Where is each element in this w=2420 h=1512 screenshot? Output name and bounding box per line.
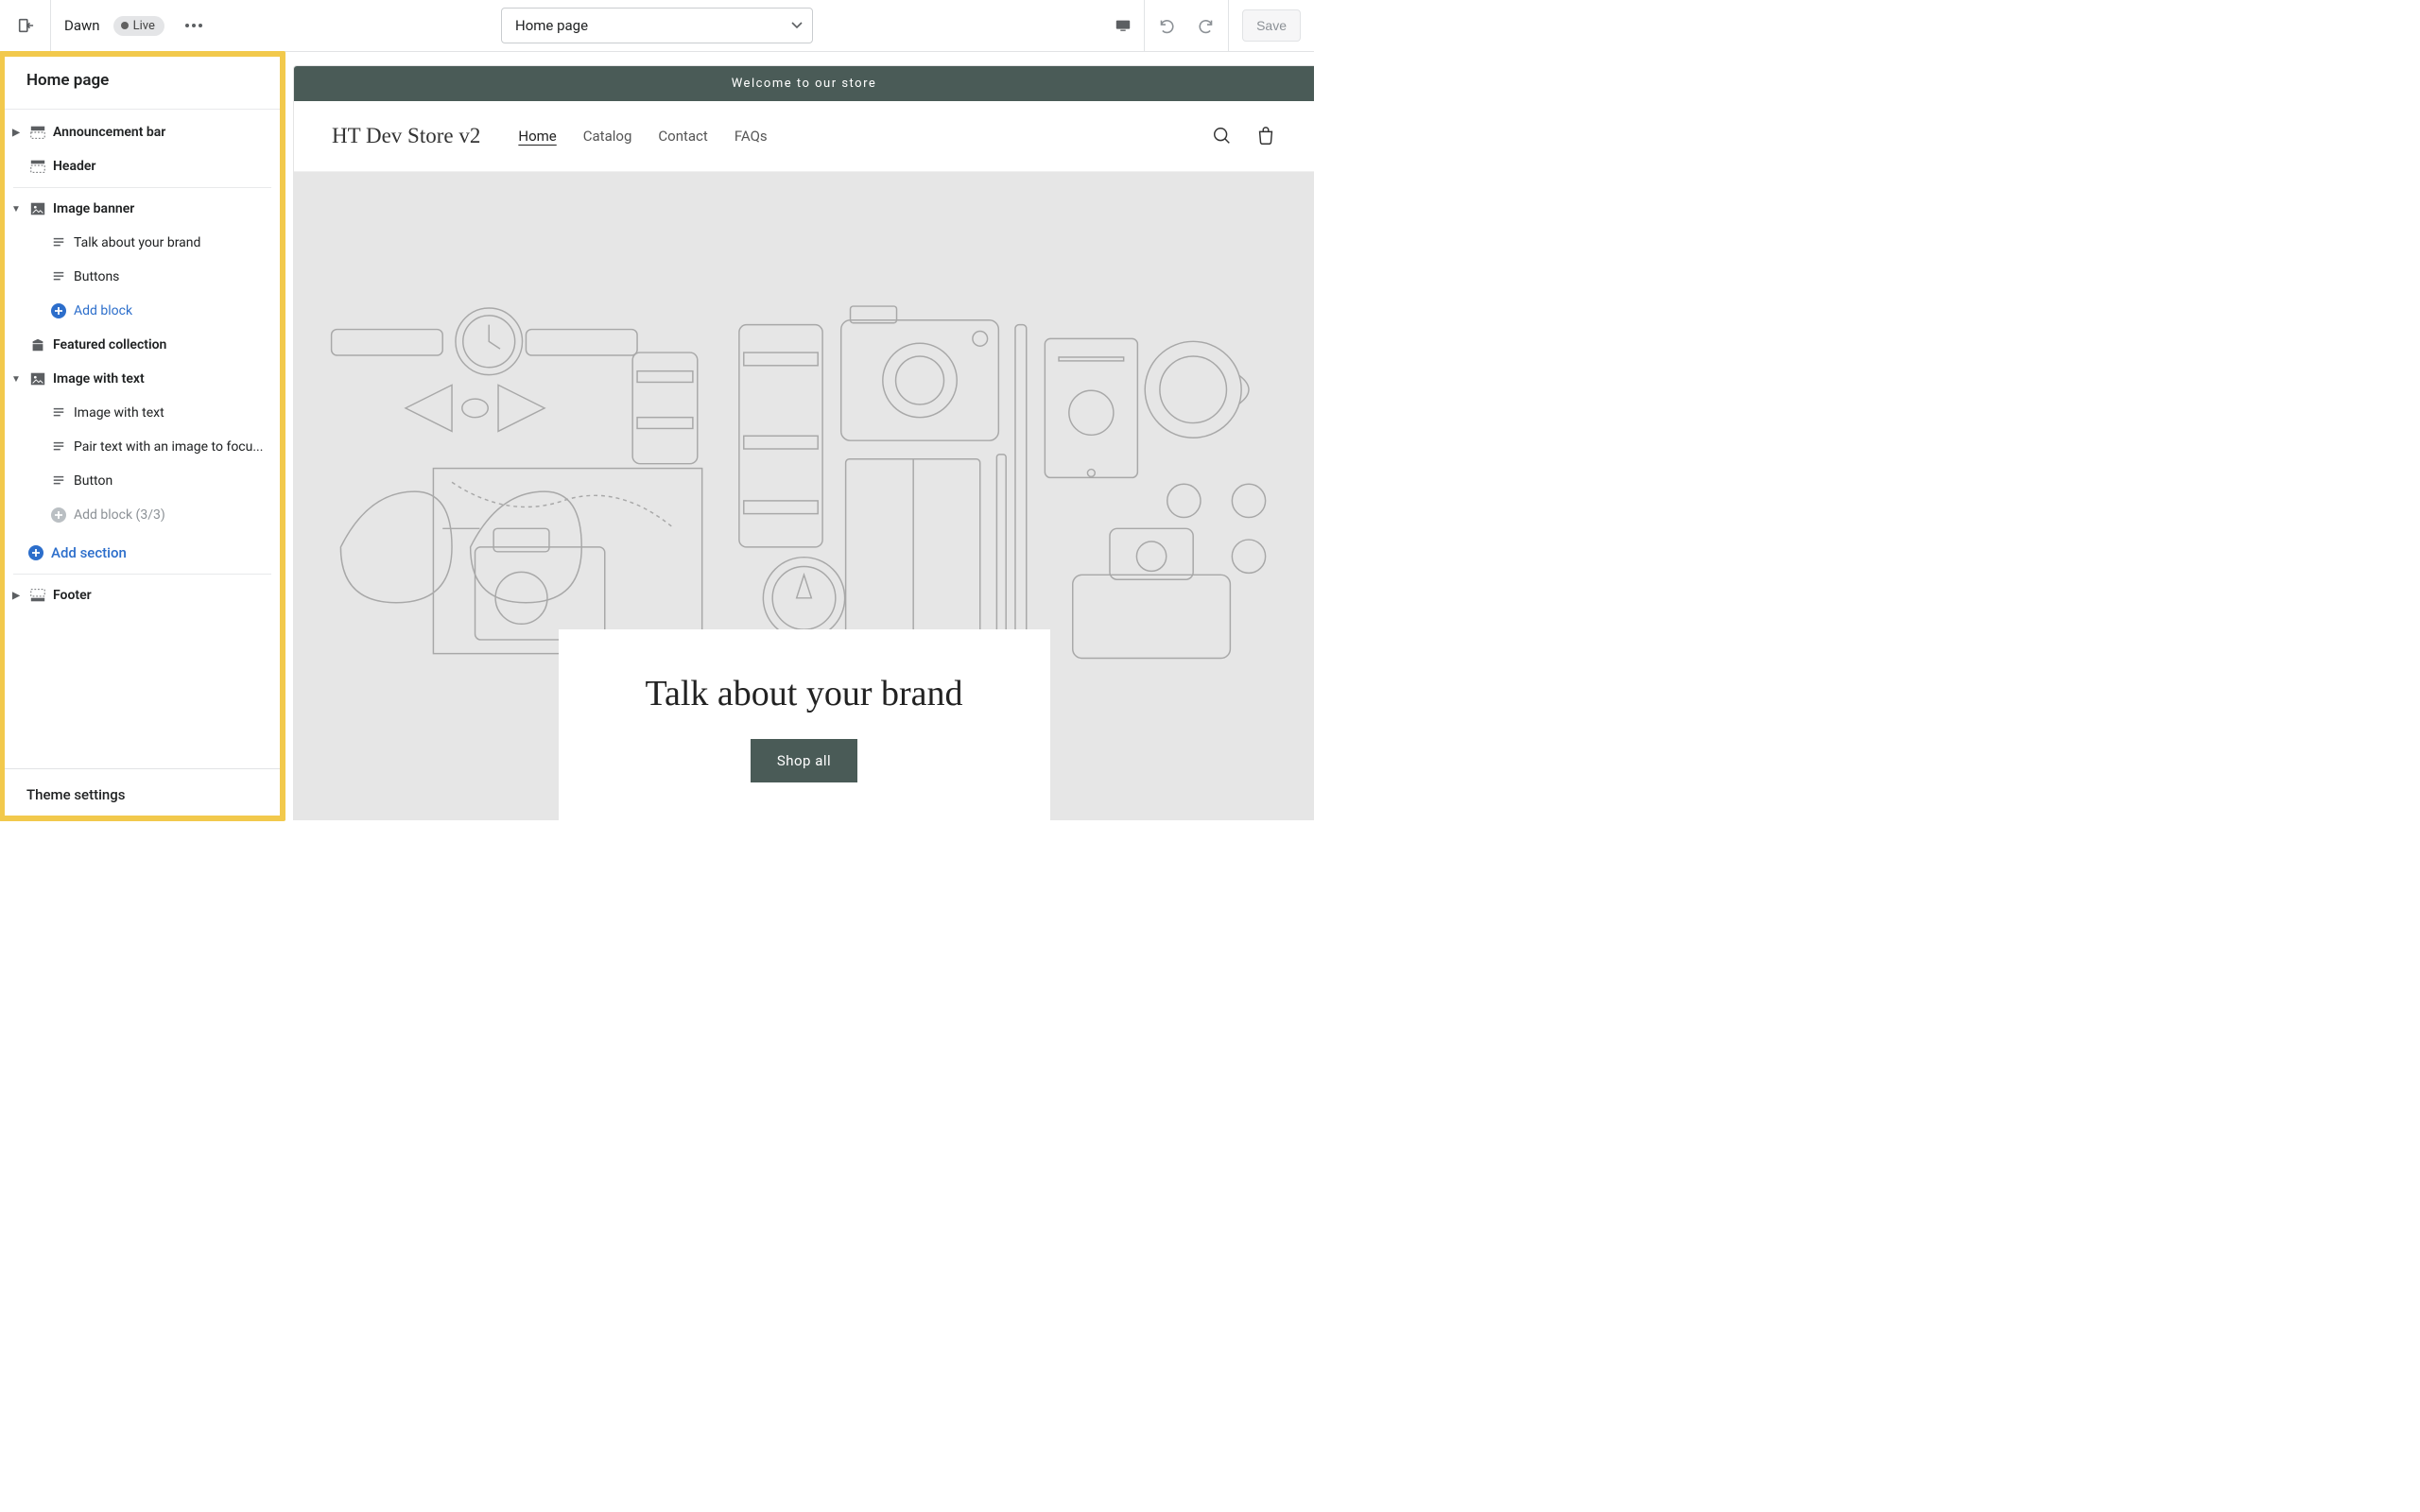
text-block-icon xyxy=(49,267,68,286)
section-label: Announcement bar xyxy=(53,125,165,140)
image-section-icon xyxy=(28,369,47,388)
add-section-button[interactable]: Add section xyxy=(0,536,285,570)
block-label: Pair text with an image to focu... xyxy=(74,439,263,455)
block-image-with-text[interactable]: Image with text xyxy=(0,396,285,430)
store-announcement-bar[interactable]: Welcome to our store xyxy=(294,66,1314,101)
section-footer[interactable]: ▶ Footer xyxy=(0,578,285,612)
announcement-section-icon xyxy=(28,123,47,142)
save-button[interactable]: Save xyxy=(1242,9,1301,42)
add-section-label: Add section xyxy=(51,544,127,561)
add-block-label: Add block (3/3) xyxy=(74,507,165,523)
store-nav: Home Catalog Contact FAQs xyxy=(518,128,767,145)
divider xyxy=(13,574,271,575)
block-label: Buttons xyxy=(74,269,119,284)
nav-contact[interactable]: Contact xyxy=(658,128,707,145)
redo-icon xyxy=(1199,17,1216,34)
theme-settings-button[interactable]: Theme settings xyxy=(0,768,285,820)
store-preview: Welcome to our store HT Dev Store v2 Hom… xyxy=(293,65,1314,820)
undo-button[interactable] xyxy=(1145,0,1186,51)
exit-icon xyxy=(17,17,34,34)
block-label: Button xyxy=(74,473,112,489)
status-label: Live xyxy=(133,19,155,33)
store-image-banner[interactable]: Talk about your brand Shop all xyxy=(294,172,1314,820)
section-image-banner[interactable]: ▼ Image banner xyxy=(0,192,285,226)
plus-circle-icon xyxy=(49,506,68,524)
sidebar: Home page ▶ Announcement bar Header ▼ xyxy=(0,52,285,820)
caret-down-icon: ▼ xyxy=(9,374,23,385)
banner-heading[interactable]: Talk about your brand xyxy=(634,673,975,714)
desktop-icon xyxy=(1115,17,1132,34)
topbar: Dawn Live Home page Save xyxy=(0,0,1314,52)
block-label: Image with text xyxy=(74,405,164,421)
block-pair-text[interactable]: Pair text with an image to focu... xyxy=(0,430,285,464)
section-header[interactable]: Header xyxy=(0,149,285,183)
section-announcement-bar[interactable]: ▶ Announcement bar xyxy=(0,115,285,149)
plus-circle-icon xyxy=(49,301,68,320)
undo-redo-group xyxy=(1144,0,1229,51)
block-talk-about-brand[interactable]: Talk about your brand xyxy=(0,226,285,260)
block-label: Talk about your brand xyxy=(74,235,200,250)
main-layout: Home page ▶ Announcement bar Header ▼ xyxy=(0,52,1314,820)
section-image-with-text[interactable]: ▼ Image with text xyxy=(0,362,285,396)
chevron-down-icon xyxy=(791,22,803,29)
theme-name: Dawn xyxy=(51,17,113,34)
store-header: HT Dev Store v2 Home Catalog Contact FAQ… xyxy=(294,101,1314,172)
section-label: Image banner xyxy=(53,201,134,216)
text-block-icon xyxy=(49,472,68,490)
status-badge: Live xyxy=(113,16,164,36)
footer-section-icon xyxy=(28,586,47,605)
caret-down-icon: ▼ xyxy=(9,204,23,215)
nav-faqs[interactable]: FAQs xyxy=(735,128,768,145)
status-dot-icon xyxy=(121,22,129,29)
page-select[interactable]: Home page xyxy=(501,8,813,43)
nav-catalog[interactable]: Catalog xyxy=(583,128,632,145)
topbar-left: Dawn Live xyxy=(0,0,208,51)
collection-section-icon xyxy=(28,335,47,354)
block-button[interactable]: Button xyxy=(0,464,285,498)
preview-pane: Welcome to our store HT Dev Store v2 Hom… xyxy=(285,52,1314,820)
caret-right-icon: ▶ xyxy=(9,591,23,601)
section-label: Image with text xyxy=(53,371,145,387)
add-block-label: Add block xyxy=(74,303,132,318)
add-block-image-with-text: Add block (3/3) xyxy=(0,498,285,532)
header-section-icon xyxy=(28,157,47,176)
sidebar-body: ▶ Announcement bar Header ▼ Image xyxy=(0,110,285,768)
device-preview-button[interactable] xyxy=(1102,0,1144,51)
section-label: Footer xyxy=(53,588,92,603)
add-block-image-banner[interactable]: Add block xyxy=(0,294,285,328)
text-block-icon xyxy=(49,233,68,252)
caret-right-icon: ▶ xyxy=(9,128,23,138)
plus-circle-icon xyxy=(26,543,45,562)
sidebar-title: Home page xyxy=(0,52,285,110)
text-block-icon xyxy=(49,404,68,422)
banner-shop-button[interactable]: Shop all xyxy=(751,739,857,782)
topbar-right: Save xyxy=(1102,0,1314,51)
divider xyxy=(13,187,271,188)
image-section-icon xyxy=(28,199,47,218)
nav-home[interactable]: Home xyxy=(518,128,556,145)
store-title[interactable]: HT Dev Store v2 xyxy=(332,124,480,148)
undo-icon xyxy=(1157,17,1174,34)
search-icon[interactable] xyxy=(1212,126,1233,146)
section-label: Featured collection xyxy=(53,337,166,352)
block-buttons[interactable]: Buttons xyxy=(0,260,285,294)
text-block-icon xyxy=(49,438,68,456)
cart-icon[interactable] xyxy=(1255,126,1276,146)
page-select-label: Home page xyxy=(515,17,588,34)
store-header-icons xyxy=(1212,126,1276,146)
redo-button[interactable] xyxy=(1186,0,1228,51)
section-label: Header xyxy=(53,159,95,174)
more-button[interactable] xyxy=(180,18,208,33)
banner-content-card: Talk about your brand Shop all xyxy=(559,629,1050,820)
section-featured-collection[interactable]: Featured collection xyxy=(0,328,285,362)
exit-button[interactable] xyxy=(0,0,51,51)
